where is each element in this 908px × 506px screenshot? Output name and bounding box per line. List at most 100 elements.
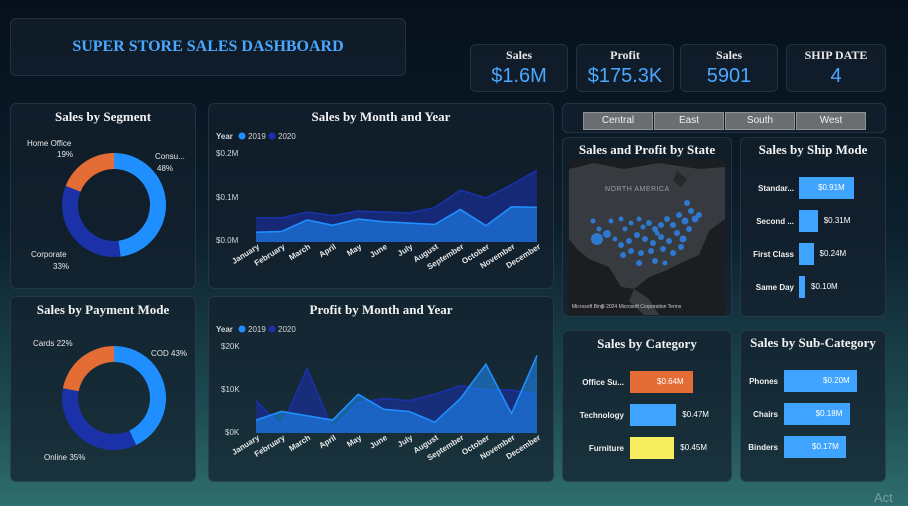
panel-title: Sales by Sub-Category xyxy=(750,335,876,350)
map-bubble[interactable] xyxy=(650,240,656,246)
map-bubble[interactable] xyxy=(603,230,611,238)
map-bubble[interactable] xyxy=(648,248,654,254)
bar-category-label: Second ... xyxy=(756,217,794,226)
map-bubble[interactable] xyxy=(590,218,596,224)
legend-label: 19% xyxy=(57,150,73,159)
bar[interactable] xyxy=(799,210,818,232)
map-bubble[interactable] xyxy=(662,260,668,266)
segment-donut[interactable]: Home Office 19% Consu... 48% Corporate 3… xyxy=(11,104,197,290)
pie-slice-cod[interactable] xyxy=(114,346,167,446)
kpi-value: 4 xyxy=(830,65,842,87)
profit-month-panel[interactable]: Profit by Month and Year Year 2019 2020 … xyxy=(208,296,554,482)
map-bubble[interactable] xyxy=(626,238,632,244)
sales-month-panel[interactable]: Sales by Month and Year Year 2019 2020 $… xyxy=(208,103,554,289)
map-bubble[interactable] xyxy=(679,235,687,243)
map-bubble[interactable] xyxy=(681,217,689,225)
pie-slice-cards[interactable] xyxy=(62,346,114,392)
map-bubble[interactable] xyxy=(618,242,624,248)
bar-value-label: $0.64M xyxy=(657,377,684,386)
map-bubble[interactable] xyxy=(642,236,648,242)
map-bubble[interactable] xyxy=(686,226,692,232)
map-bubble[interactable] xyxy=(620,252,626,258)
bar-category-label: Office Su... xyxy=(582,378,624,387)
bar-value-label: $0.47M xyxy=(682,410,709,419)
map-panel[interactable]: Sales and Profit by State NORTH AMERICA … xyxy=(562,137,732,317)
map-bubble[interactable] xyxy=(634,232,640,238)
legend-label: 2019 xyxy=(248,325,266,334)
legend-label: 48% xyxy=(157,164,173,173)
map-bubble[interactable] xyxy=(658,234,664,240)
sales-month-chart[interactable]: Year 2019 2020 $0.2M $0.1M $0.0M January… xyxy=(209,104,555,290)
map-bubble[interactable] xyxy=(628,220,634,226)
map-bubble[interactable] xyxy=(666,238,672,244)
y-tick: $0.0M xyxy=(216,236,239,245)
bar-category-label: First Class xyxy=(753,250,794,259)
map-bubble[interactable] xyxy=(684,200,690,206)
state-map[interactable]: NORTH AMERICA Microsoft Bing © 2024 Micr… xyxy=(569,159,725,315)
bar[interactable] xyxy=(799,243,814,265)
bar[interactable] xyxy=(630,404,677,426)
x-tick-label: April xyxy=(317,433,337,450)
bar-category-label: Same Day xyxy=(755,283,794,292)
map-bubble[interactable] xyxy=(674,230,680,236)
map-bubble[interactable] xyxy=(652,258,658,264)
map-region-label: NORTH AMERICA xyxy=(605,186,670,193)
region-slicer-east[interactable]: East xyxy=(654,112,724,130)
map-bubble[interactable] xyxy=(658,222,664,228)
map-bubble[interactable] xyxy=(678,244,684,250)
map-bubble[interactable] xyxy=(628,248,634,254)
payment-panel[interactable]: Sales by Payment Mode Cards 22% COD 43% … xyxy=(10,296,196,482)
bar-value-label: $0.17M xyxy=(812,442,839,451)
map-bubble[interactable] xyxy=(670,250,676,256)
bar-value-label: $0.20M xyxy=(823,376,850,385)
bar[interactable] xyxy=(630,437,675,459)
region-slicer-central[interactable]: Central xyxy=(583,112,653,130)
payment-donut[interactable]: Cards 22% COD 43% Online 35% xyxy=(11,297,197,483)
map-bubble[interactable] xyxy=(676,212,682,218)
map-bubble[interactable] xyxy=(660,246,666,252)
kpi-value: $1.6M xyxy=(491,65,547,87)
kpi-value: $175.3K xyxy=(587,65,663,87)
segment-panel[interactable]: Sales by Segment Home Office 19% Consu..… xyxy=(10,103,196,289)
map-bubble[interactable] xyxy=(670,222,676,228)
kpi-label: SHIP DATE xyxy=(804,48,868,62)
map-bubble[interactable] xyxy=(654,230,660,236)
map-bubble[interactable] xyxy=(636,260,642,266)
watermark-text: Act xyxy=(874,490,893,505)
map-bubble[interactable] xyxy=(608,218,614,224)
map-bubble[interactable] xyxy=(622,226,628,232)
legend-label: Corporate xyxy=(31,250,67,259)
y-tick: $0.1M xyxy=(216,193,239,202)
legend-label: Home Office xyxy=(27,139,72,148)
bar-category-label: Phones xyxy=(749,377,778,386)
region-slicer-south[interactable]: South xyxy=(725,112,795,130)
kpi-sales-count[interactable]: Sales 5901 xyxy=(680,44,778,92)
pie-slice-corporate[interactable] xyxy=(61,185,121,257)
map-bubble[interactable] xyxy=(638,250,644,256)
kpi-sales[interactable]: Sales $1.6M xyxy=(470,44,568,92)
legend-label: Consu... xyxy=(155,152,185,161)
kpi-ship-date[interactable]: SHIP DATE 4 xyxy=(786,44,886,92)
map-bubble[interactable] xyxy=(640,224,646,230)
profit-month-chart[interactable]: Year 2019 2020 $20K $10K $0K JanuaryFebr… xyxy=(209,297,555,483)
region-slicer-west[interactable]: West xyxy=(796,112,866,130)
map-bubble[interactable] xyxy=(696,212,702,218)
kpi-label: Profit xyxy=(610,48,640,62)
map-bubble[interactable] xyxy=(664,216,670,222)
pie-slice-online[interactable] xyxy=(61,388,137,450)
x-tick-label: May xyxy=(345,242,363,258)
legend-swatch-2019 xyxy=(238,132,246,140)
map-bubble[interactable] xyxy=(646,220,652,226)
bar-value-label: $0.91M xyxy=(818,183,845,192)
map-bubble[interactable] xyxy=(591,233,603,245)
kpi-value: 5901 xyxy=(706,65,752,87)
map-bubble[interactable] xyxy=(618,216,624,222)
legend-label: COD 43% xyxy=(151,349,187,358)
map-bubble[interactable] xyxy=(596,226,602,232)
map-bubble[interactable] xyxy=(636,216,642,222)
map-bubble[interactable] xyxy=(612,236,618,242)
bar[interactable] xyxy=(799,276,806,298)
map-bubble[interactable] xyxy=(688,208,694,214)
kpi-profit[interactable]: Profit $175.3K xyxy=(576,44,674,92)
bar-category-label: Technology xyxy=(579,411,624,420)
